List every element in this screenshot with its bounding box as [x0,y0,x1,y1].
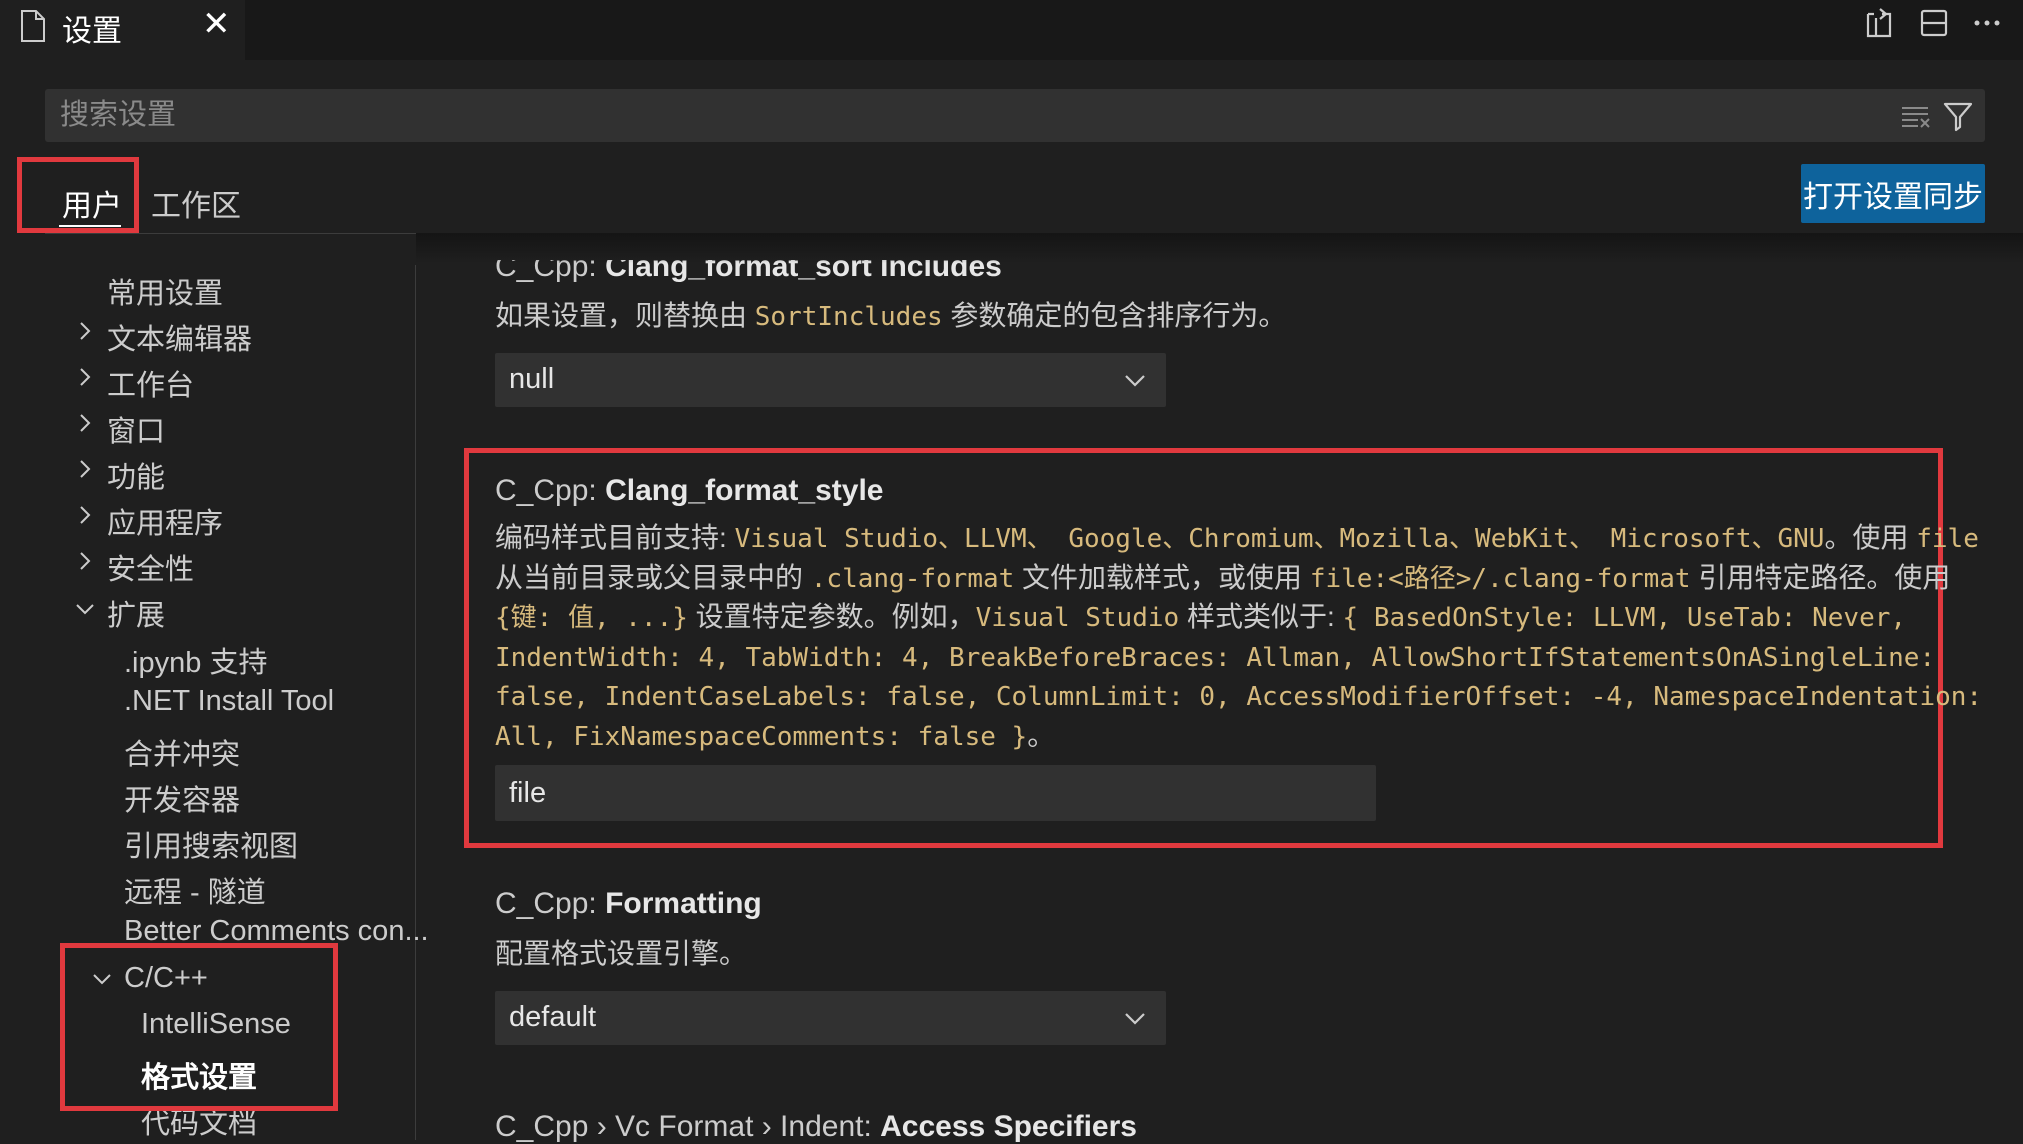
toc-item-merge[interactable]: 合并冲突 [124,731,240,773]
chevron-right-icon[interactable] [74,504,96,526]
toc-item-common[interactable]: 常用设置 [107,270,223,312]
setting-name: Formatting [605,887,762,920]
desc-code: false, IndentCaseLabels: false, ColumnLi… [495,682,1983,712]
split-editor-icon[interactable] [1917,6,1951,40]
filter-icon[interactable] [1942,100,1974,132]
editor-tab-bar [0,0,2023,60]
close-icon[interactable]: ✕ [202,4,231,44]
desc-code: { BasedOnStyle: LLVM, UseTab: Never, [1342,603,1907,633]
desc-line: {键: 值, ...} 设置特定参数。例如，Visual Studio 样式类似… [495,598,1935,638]
desc-code: file:<路径>/.clang-format [1309,563,1691,594]
toc-item-remote[interactable]: 远程 - 隧道 [124,869,266,911]
setting-prefix: C_Cpp › Vc Format › Indent: [495,1110,881,1143]
chevron-right-icon[interactable] [74,366,96,388]
desc-text: 设置特定参数。例如， [687,601,976,632]
formatting-select[interactable]: default [495,991,1166,1045]
desc-code: {键: 值, ...} [495,603,688,633]
setting-prefix: C_Cpp: [495,474,606,507]
desc-text: 编码样式目前支持: [495,522,735,553]
desc-text: 文件加载样式，或使用 [1014,561,1310,593]
desc-line: 从当前目录或父目录中的 .clang-format 文件加载样式，或使用 fil… [495,559,1950,599]
toc-item-features[interactable]: 功能 [107,454,165,496]
toc-item-text-editor[interactable]: 文本编辑器 [107,316,252,358]
toc-item-dotnet[interactable]: .NET Install Tool [124,685,334,718]
desc-text: 。 [1027,719,1056,751]
toc-item-workbench[interactable]: 工作台 [107,362,194,404]
clear-filter-icon[interactable] [1900,102,1932,130]
toc-divider [415,265,416,1140]
setting-prefix: C_Cpp: [495,887,606,920]
desc-code: .clang-format [810,563,1015,594]
file-icon [21,10,45,42]
more-actions-icon[interactable] [1970,6,2004,40]
sort-includes-select[interactable]: null [495,353,1166,407]
toc-item-security[interactable]: 安全性 [107,546,194,588]
setting-description: 编码样式目前支持: Visual Studio、LLVM、 Google、Chr… [495,519,1982,757]
setting-title: C_Cpp: Formatting [495,887,762,921]
toc-item-devcontainer[interactable]: 开发容器 [124,777,240,819]
desc-text: 参数确定的包含排序行为。 [942,300,1287,331]
format-style-input[interactable] [495,765,1376,821]
highlight-box-cpp [60,943,338,1111]
setting-title: C_Cpp: Clang_format_style [495,474,884,508]
toc-item-window[interactable]: 窗口 [107,408,165,450]
desc-line: IndentWidth: 4, TabWidth: 4, BreakBefore… [495,638,1935,678]
sync-settings-button[interactable]: 打开设置同步 [1801,164,1985,223]
chevron-down-icon[interactable] [74,598,96,620]
setting-description: 配置格式设置引擎。 [495,938,748,969]
desc-text: 。使用 [1824,522,1917,553]
scroll-shadow [416,233,2023,263]
desc-text: 从当前目录或父目录中的 [495,561,811,593]
desc-line: All, FixNamespaceComments: false }。 [495,717,1935,757]
chevron-right-icon[interactable] [74,320,96,342]
desc-code: Visual Studio、LLVM、 Google、Chromium、Mozi… [734,524,1825,554]
setting-name: Access Specifiers [880,1110,1137,1143]
toc-item-extensions[interactable]: 扩展 [107,592,165,634]
setting-title: C_Cpp › Vc Format › Indent: Access Speci… [495,1110,1137,1144]
setting-description: 如果设置，则替换由 SortIncludes 参数确定的包含排序行为。 [495,297,1286,337]
desc-text: 样式类似于: [1179,601,1343,632]
toc-item-ipynb[interactable]: .ipynb 支持 [124,639,267,681]
chevron-right-icon[interactable] [74,458,96,480]
toc-item-refsearch[interactable]: 引用搜索视图 [124,823,298,865]
desc-code: Visual Studio [975,603,1180,633]
desc-code: All, FixNamespaceComments: false } [495,721,1028,752]
tab-title: 设置 [62,15,122,48]
select-value: default [509,1001,597,1033]
desc-text: 如果设置，则替换由 [495,300,755,331]
select-value: null [509,363,555,395]
desc-code: SortIncludes [754,302,943,332]
desc-line: 编码样式目前支持: Visual Studio、LLVM、 Google、Chr… [495,519,1979,559]
search-input[interactable] [60,99,1860,132]
desc-line: false, IndentCaseLabels: false, ColumnLi… [495,677,1982,717]
desc-code: file [1916,524,1979,554]
open-json-icon[interactable] [1862,6,1896,40]
chevron-down-icon [1125,375,1145,387]
toc-item-application[interactable]: 应用程序 [107,500,223,542]
tab-workspace[interactable]: 工作区 [151,181,241,225]
highlight-box-user [17,157,139,233]
chevron-right-icon[interactable] [74,550,96,572]
settings-tab[interactable]: 设置 ✕ [0,0,245,60]
setting-name: Clang_format_style [605,474,884,507]
desc-text: 引用特定路径。使用 [1690,561,1951,593]
desc-code: IndentWidth: 4, TabWidth: 4, BreakBefore… [495,642,1936,673]
chevron-right-icon[interactable] [74,412,96,434]
chevron-down-icon [1125,1013,1145,1025]
